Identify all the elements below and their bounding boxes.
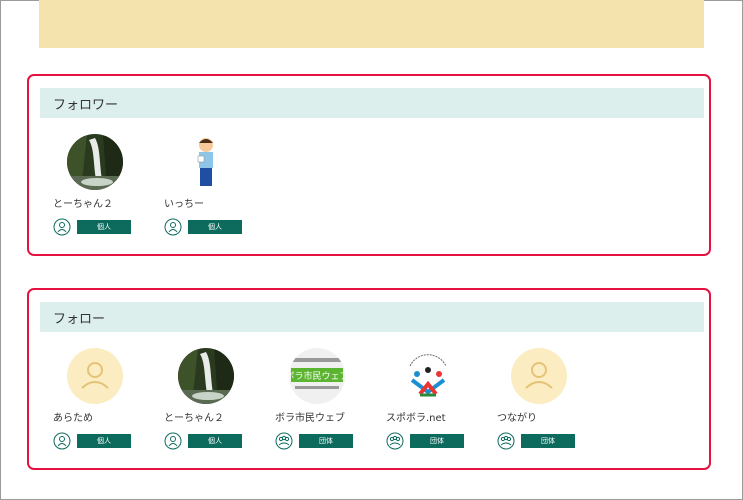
follower-name[interactable]: いっちー [164, 195, 204, 210]
following-name[interactable]: あらため [53, 409, 93, 424]
type-badge: 団体 [521, 434, 575, 448]
following-section: フォロー あらため 個人 とーちゃん２ 個人 ボラ市民ウェブ ボラ市民ウェブ 団… [27, 288, 711, 470]
type-badge: 個人 [77, 220, 131, 234]
default-user-avatar[interactable] [67, 348, 123, 404]
spobora-logo-avatar[interactable] [400, 348, 456, 404]
type-badge: 個人 [188, 220, 242, 234]
following-name[interactable]: スポボラ.net [386, 409, 446, 424]
top-banner [39, 0, 704, 48]
person-icon [53, 432, 71, 450]
follower-card[interactable]: とーちゃん２ 個人 [53, 134, 163, 244]
following-card[interactable]: ボラ市民ウェブ ボラ市民ウェブ 団体 [275, 348, 385, 458]
followers-header: フォロワー [40, 88, 704, 118]
group-icon [386, 432, 404, 450]
following-card[interactable]: あらため 個人 [53, 348, 163, 458]
group-icon [497, 432, 515, 450]
waterfall-photo-avatar[interactable] [178, 348, 234, 404]
following-title: フォロー [53, 312, 106, 327]
following-card[interactable]: スポボラ.net 団体 [386, 348, 496, 458]
type-badge: 団体 [299, 434, 353, 448]
following-card[interactable]: とーちゃん２ 個人 [164, 348, 274, 458]
default-user-avatar[interactable] [511, 348, 567, 404]
followers-title: フォロワー [53, 98, 119, 113]
following-header: フォロー [40, 302, 704, 332]
group-icon [275, 432, 293, 450]
type-badge: 個人 [77, 434, 131, 448]
type-badge: 団体 [410, 434, 464, 448]
illustrated-person-avatar[interactable] [178, 134, 234, 190]
waterfall-photo-avatar[interactable] [67, 134, 123, 190]
following-name[interactable]: つながり [497, 409, 537, 424]
type-badge: 個人 [188, 434, 242, 448]
follower-name[interactable]: とーちゃん２ [53, 195, 113, 210]
follower-card[interactable]: いっちー 個人 [164, 134, 274, 244]
person-icon [164, 432, 182, 450]
following-name[interactable]: とーちゃん２ [164, 409, 224, 424]
person-icon [53, 218, 71, 236]
following-card[interactable]: つながり 団体 [497, 348, 607, 458]
logo-text: ボラ市民ウェブ [289, 370, 345, 382]
person-icon [164, 218, 182, 236]
followers-section: フォロワー とーちゃん２ 個人 いっちー 個人 [27, 74, 711, 256]
following-name[interactable]: ボラ市民ウェブ [275, 409, 345, 424]
borashimin-web-logo-avatar[interactable]: ボラ市民ウェブ [289, 348, 345, 404]
